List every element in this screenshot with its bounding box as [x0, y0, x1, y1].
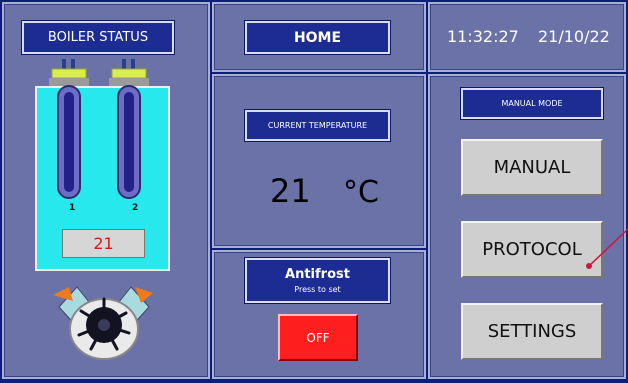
pump-icon — [53, 286, 153, 360]
clock-time: 11:32:27 — [447, 27, 519, 46]
temperature-panel — [212, 74, 426, 248]
boiler-status-title: BOILER STATUS — [22, 21, 174, 54]
temperature-value: 21 — [270, 172, 311, 210]
heater-2-label: 2 — [132, 203, 139, 213]
antifrost-button[interactable]: Antifrost Press to set — [245, 258, 390, 303]
current-temperature-label: CURRENT TEMPERATURE — [245, 110, 390, 141]
home-button[interactable]: HOME — [245, 21, 390, 54]
settings-button[interactable]: SETTINGS — [461, 303, 603, 360]
protocol-button[interactable]: PROTOCOL — [461, 221, 603, 278]
boiler-level-readout: 21 — [62, 229, 145, 258]
heater-1-label: 1 — [69, 203, 76, 213]
manual-mode-indicator: MANUAL MODE — [461, 88, 603, 119]
antifrost-off-toggle[interactable]: OFF — [278, 314, 358, 361]
clock-date: 21/10/22 — [538, 27, 610, 46]
temperature-unit: °C — [343, 175, 379, 210]
manual-button[interactable]: MANUAL — [461, 139, 603, 196]
antifrost-subtitle: Press to set — [294, 285, 341, 294]
antifrost-title: Antifrost — [285, 267, 350, 282]
